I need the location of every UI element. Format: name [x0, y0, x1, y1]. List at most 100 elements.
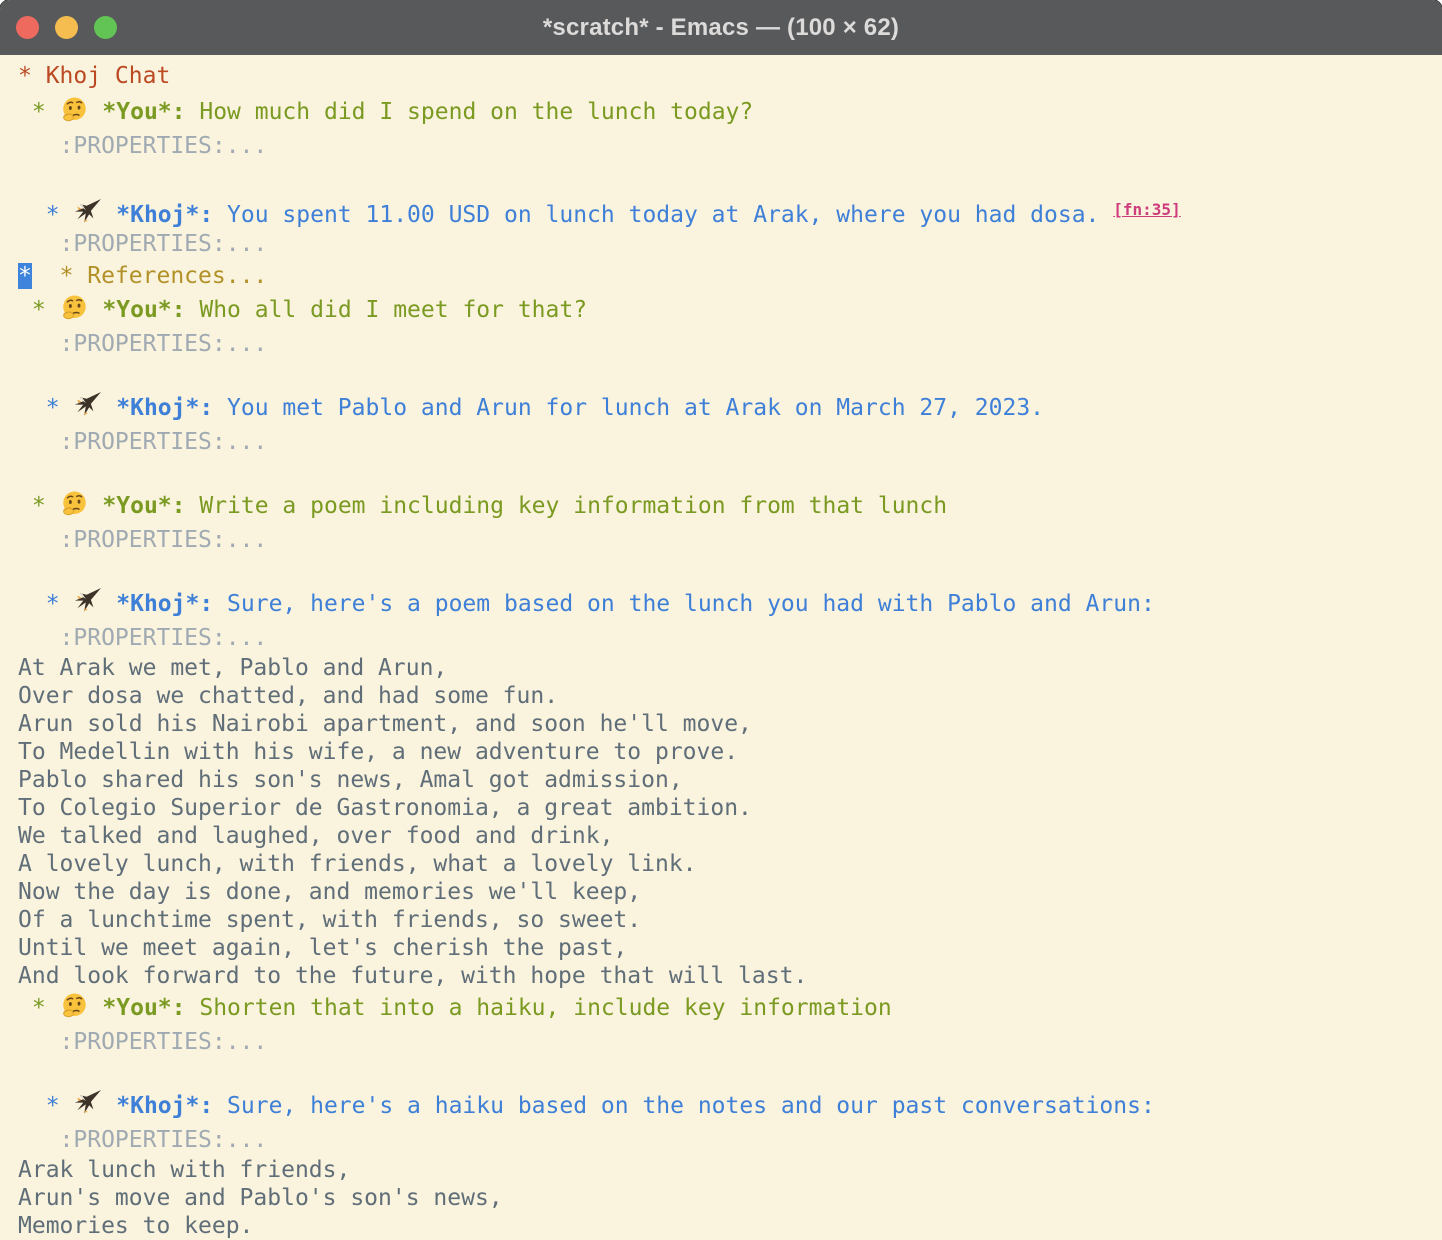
org-stars: *: [18, 1093, 73, 1119]
properties-drawer[interactable]: :PROPERTIES:...: [18, 622, 1442, 654]
eagle-icon: [74, 392, 101, 419]
poem-line[interactable]: At Arak we met, Pablo and Arun,: [18, 654, 1442, 682]
haiku-text: Arun's move and Pablo's son's news,: [18, 1185, 503, 1211]
poem-text: Of a lunchtime spent, with friends, so s…: [18, 907, 641, 933]
poem-line[interactable]: Arun sold his Nairobi apartment, and soo…: [18, 710, 1442, 738]
org-stars: *: [18, 995, 60, 1021]
properties-drawer[interactable]: :PROPERTIES:...: [18, 228, 1442, 260]
text-run: [102, 395, 116, 421]
poem-text: Now the day is done, and memories we'll …: [18, 879, 641, 905]
message-text: Sure, here's a haiku based on the notes …: [213, 1093, 1155, 1119]
khoj-message-1[interactable]: * *Khoj*: You spent 11.00 USD on lunch t…: [18, 192, 1442, 228]
blank-line[interactable]: [18, 1058, 1442, 1088]
references-heading[interactable]: * References...: [60, 263, 268, 289]
org-stars: *: [18, 99, 60, 125]
poem-text: Arun sold his Nairobi apartment, and soo…: [18, 711, 752, 737]
properties-folded: :PROPERTIES:...: [18, 231, 267, 257]
khoj-message-3[interactable]: * *Khoj*: Sure, here's a poem based on t…: [18, 586, 1442, 622]
message-text: Sure, here's a poem based on the lunch y…: [213, 591, 1155, 617]
properties-drawer[interactable]: :PROPERTIES:...: [18, 1124, 1442, 1156]
text-run: [89, 995, 103, 1021]
speaker-khoj: *Khoj*:: [116, 202, 213, 228]
haiku-line[interactable]: Memories to keep.: [18, 1212, 1442, 1240]
poem-text: At Arak we met, Pablo and Arun,: [18, 655, 447, 681]
minimize-button[interactable]: [55, 16, 78, 39]
poem-line[interactable]: To Colegio Superior de Gastronomia, a gr…: [18, 794, 1442, 822]
eagle-icon: [74, 1090, 101, 1117]
poem-line[interactable]: Over dosa we chatted, and had some fun.: [18, 682, 1442, 710]
speaker-you: *You*:: [102, 297, 185, 323]
speaker-you: *You*:: [102, 995, 185, 1021]
poem-line[interactable]: We talked and laughed, over food and dri…: [18, 822, 1442, 850]
message-text: How much did I spend on the lunch today?: [186, 99, 754, 125]
text-run: [102, 591, 116, 617]
org-stars: *: [18, 493, 60, 519]
thinking-face-icon: [61, 992, 88, 1019]
text-run: [102, 1093, 116, 1119]
haiku-text: Memories to keep.: [18, 1213, 253, 1239]
message-text: You met Pablo and Arun for lunch at Arak…: [213, 395, 1044, 421]
poem-line[interactable]: Now the day is done, and memories we'll …: [18, 878, 1442, 906]
references-heading-line[interactable]: * * References...: [18, 260, 1442, 292]
text-run: [89, 297, 103, 323]
blank-line[interactable]: [18, 458, 1442, 488]
footnote-link[interactable]: [fn:35]: [1113, 200, 1180, 219]
org-stars: *: [18, 591, 73, 617]
blank-line[interactable]: [18, 556, 1442, 586]
message-text: Who all did I meet for that?: [186, 297, 588, 323]
blank-line[interactable]: [18, 360, 1442, 390]
properties-folded: :PROPERTIES:...: [18, 1029, 267, 1055]
poem-text: Until we meet again, let's cherish the p…: [18, 935, 627, 961]
org-stars: *: [18, 395, 73, 421]
eagle-icon: [74, 588, 101, 615]
you-message-3[interactable]: * *You*: Write a poem including key info…: [18, 488, 1442, 524]
message-text: You spent 11.00 USD on lunch today at Ar…: [213, 202, 1113, 228]
poem-line[interactable]: Of a lunchtime spent, with friends, so s…: [18, 906, 1442, 934]
poem-line[interactable]: Until we meet again, let's cherish the p…: [18, 934, 1442, 962]
properties-folded: :PROPERTIES:...: [18, 527, 267, 553]
org-heading-khoj-chat[interactable]: * Khoj Chat: [18, 58, 1442, 94]
properties-drawer[interactable]: :PROPERTIES:...: [18, 426, 1442, 458]
window-titlebar[interactable]: *scratch* - Emacs — (100 × 62): [0, 0, 1442, 55]
message-text: Shorten that into a haiku, include key i…: [186, 995, 892, 1021]
khoj-message-2[interactable]: * *Khoj*: You met Pablo and Arun for lun…: [18, 390, 1442, 426]
properties-folded: :PROPERTIES:...: [18, 429, 267, 455]
text-cursor: *: [18, 263, 32, 289]
khoj-message-4[interactable]: * *Khoj*: Sure, here's a haiku based on …: [18, 1088, 1442, 1124]
speaker-khoj: *Khoj*:: [116, 1093, 213, 1119]
traffic-lights: [16, 16, 117, 39]
poem-text: A lovely lunch, with friends, what a lov…: [18, 851, 697, 877]
poem-line[interactable]: Pablo shared his son's news, Amal got ad…: [18, 766, 1442, 794]
properties-folded: :PROPERTIES:...: [18, 1127, 267, 1153]
you-message-4[interactable]: * *You*: Shorten that into a haiku, incl…: [18, 990, 1442, 1026]
poem-line[interactable]: A lovely lunch, with friends, what a lov…: [18, 850, 1442, 878]
speaker-you: *You*:: [102, 99, 185, 125]
poem-text: And look forward to the future, with hop…: [18, 963, 807, 989]
thinking-face-icon: [61, 490, 88, 517]
text-run: [89, 99, 103, 125]
poem-text: Pablo shared his son's news, Amal got ad…: [18, 767, 683, 793]
properties-drawer[interactable]: :PROPERTIES:...: [18, 328, 1442, 360]
properties-drawer[interactable]: :PROPERTIES:...: [18, 1026, 1442, 1058]
eagle-icon: [74, 199, 101, 226]
you-message-1[interactable]: * *You*: How much did I spend on the lun…: [18, 94, 1442, 130]
poem-line[interactable]: To Medellin with his wife, a new adventu…: [18, 738, 1442, 766]
text-run: [32, 263, 60, 289]
emacs-window: *scratch* - Emacs — (100 × 62) * Khoj Ch…: [0, 0, 1442, 1240]
haiku-line[interactable]: Arak lunch with friends,: [18, 1156, 1442, 1184]
properties-folded: :PROPERTIES:...: [18, 133, 267, 159]
properties-drawer[interactable]: :PROPERTIES:...: [18, 524, 1442, 556]
close-button[interactable]: [16, 16, 39, 39]
blank-line[interactable]: [18, 162, 1442, 192]
buffer[interactable]: * Khoj Chat * *You*: How much did I spen…: [0, 55, 1442, 1240]
you-message-2[interactable]: * *You*: Who all did I meet for that?: [18, 292, 1442, 328]
speaker-you: *You*:: [102, 493, 185, 519]
poem-line[interactable]: And look forward to the future, with hop…: [18, 962, 1442, 990]
properties-folded: :PROPERTIES:...: [18, 625, 267, 651]
properties-folded: :PROPERTIES:...: [18, 331, 267, 357]
haiku-line[interactable]: Arun's move and Pablo's son's news,: [18, 1184, 1442, 1212]
text-run: [89, 493, 103, 519]
zoom-button[interactable]: [94, 16, 117, 39]
speaker-khoj: *Khoj*:: [116, 591, 213, 617]
properties-drawer[interactable]: :PROPERTIES:...: [18, 130, 1442, 162]
